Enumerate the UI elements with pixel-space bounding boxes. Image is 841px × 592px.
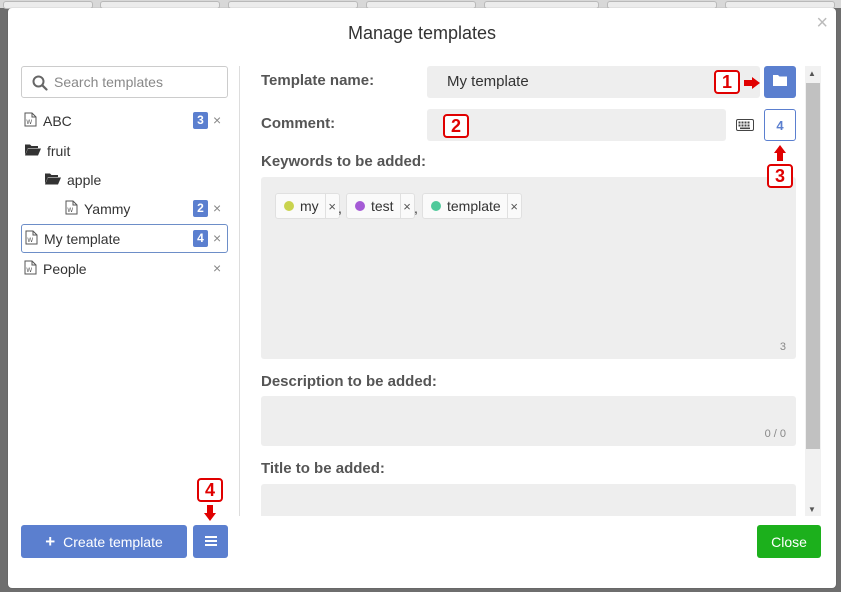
keywords-label: Keywords to be added: bbox=[261, 153, 427, 170]
keyword-chip[interactable]: test × bbox=[346, 193, 415, 219]
comment-label: Comment: bbox=[261, 115, 336, 132]
template-name-label: Template name: bbox=[261, 72, 375, 89]
choose-folder-button[interactable] bbox=[764, 66, 796, 98]
keyword-color-dot bbox=[431, 201, 441, 211]
remove-icon[interactable]: × bbox=[213, 260, 221, 276]
tree-item-label: apple bbox=[67, 172, 102, 188]
keyword-text: test bbox=[371, 198, 394, 214]
panel-divider bbox=[239, 66, 240, 516]
search-input[interactable] bbox=[54, 72, 224, 92]
callout-3: 3 bbox=[767, 164, 793, 188]
tree-item-label: People bbox=[43, 261, 87, 277]
usage-count-badge: 2 bbox=[193, 200, 208, 217]
template-name-input[interactable]: My template bbox=[427, 66, 760, 98]
remove-keyword-icon[interactable]: × bbox=[506, 194, 521, 218]
dialog-title: Manage templates bbox=[347, 23, 497, 43]
keywords-count: 3 bbox=[779, 341, 786, 353]
tree-item-label: ABC bbox=[43, 113, 72, 129]
svg-text:W: W bbox=[67, 207, 73, 214]
callout-4: 4 bbox=[197, 478, 223, 502]
remove-icon[interactable]: × bbox=[213, 230, 221, 246]
usage-count-button[interactable]: 4 bbox=[764, 109, 796, 141]
svg-text:W: W bbox=[26, 267, 32, 274]
usage-count-badge: 4 bbox=[193, 230, 208, 247]
description-input[interactable]: 0 / 0 bbox=[261, 396, 796, 446]
file-icon: W bbox=[24, 260, 37, 278]
arrow-down-icon bbox=[204, 505, 216, 526]
tree-item-label: My template bbox=[44, 230, 121, 247]
callout-1: 1 bbox=[714, 70, 740, 94]
keyword-color-dot bbox=[355, 201, 365, 211]
keyword-separator: , bbox=[338, 200, 342, 216]
tree-item-fruit[interactable]: fruit bbox=[25, 137, 229, 165]
folder-icon bbox=[773, 73, 787, 91]
keyword-chip[interactable]: my × bbox=[275, 193, 340, 219]
callout-2: 2 bbox=[443, 114, 469, 138]
search-box bbox=[21, 66, 228, 98]
template-name-value: My template bbox=[447, 73, 529, 90]
hamburger-icon bbox=[204, 533, 217, 551]
remove-keyword-icon[interactable]: × bbox=[399, 194, 414, 218]
form-scrollbar[interactable]: ▲ ▼ bbox=[805, 66, 821, 516]
remove-icon[interactable]: × bbox=[213, 200, 221, 216]
file-icon: W bbox=[25, 230, 38, 248]
keyword-color-dot bbox=[284, 201, 294, 211]
scrollbar-thumb[interactable] bbox=[806, 83, 820, 449]
title-label: Title to be added: bbox=[261, 460, 385, 477]
remove-keyword-icon[interactable]: × bbox=[324, 194, 339, 218]
tree-item-apple[interactable]: apple bbox=[45, 166, 228, 194]
description-count: 0 / 0 bbox=[764, 428, 786, 440]
remove-icon[interactable]: × bbox=[213, 112, 221, 128]
create-template-label: Create template bbox=[63, 533, 163, 550]
scroll-down-icon[interactable]: ▼ bbox=[808, 505, 816, 514]
tree-item-yammy[interactable]: W Yammy 2 × bbox=[65, 195, 228, 223]
title-input[interactable] bbox=[261, 484, 796, 516]
menu-button[interactable] bbox=[193, 525, 228, 558]
file-icon: W bbox=[24, 112, 37, 130]
search-icon bbox=[32, 75, 48, 96]
scroll-up-icon[interactable]: ▲ bbox=[808, 69, 816, 78]
keyword-text: template bbox=[447, 198, 501, 214]
comment-input[interactable] bbox=[427, 109, 726, 141]
keyword-chip[interactable]: template × bbox=[422, 193, 522, 219]
tree-item-label: fruit bbox=[47, 143, 71, 159]
tree-item-abc[interactable]: W ABC 3 × bbox=[24, 107, 228, 135]
description-label: Description to be added: bbox=[261, 373, 437, 390]
plus-icon: + bbox=[45, 531, 56, 551]
keyword-separator: , bbox=[414, 200, 418, 216]
keyboard-icon[interactable] bbox=[736, 118, 754, 136]
file-icon: W bbox=[65, 200, 78, 218]
tree-item-label: Yammy bbox=[84, 201, 131, 217]
svg-text:W: W bbox=[27, 237, 33, 244]
folder-open-icon bbox=[25, 143, 41, 159]
keyword-text: my bbox=[300, 198, 319, 214]
usage-count-badge: 3 bbox=[193, 112, 208, 129]
arrow-up-icon bbox=[774, 145, 786, 166]
manage-templates-dialog: Manage templates × W ABC 3 × fruit apple… bbox=[8, 8, 836, 588]
tree-item-my-template[interactable]: W My template 4 × bbox=[21, 224, 228, 253]
arrow-right-icon bbox=[744, 76, 760, 94]
create-template-button[interactable]: + Create template bbox=[21, 525, 187, 558]
dialog-close-icon[interactable]: × bbox=[816, 12, 828, 35]
folder-open-icon bbox=[45, 172, 61, 188]
tree-item-people[interactable]: W People × bbox=[24, 255, 228, 283]
close-button[interactable]: Close bbox=[757, 525, 821, 558]
svg-text:W: W bbox=[26, 119, 32, 126]
